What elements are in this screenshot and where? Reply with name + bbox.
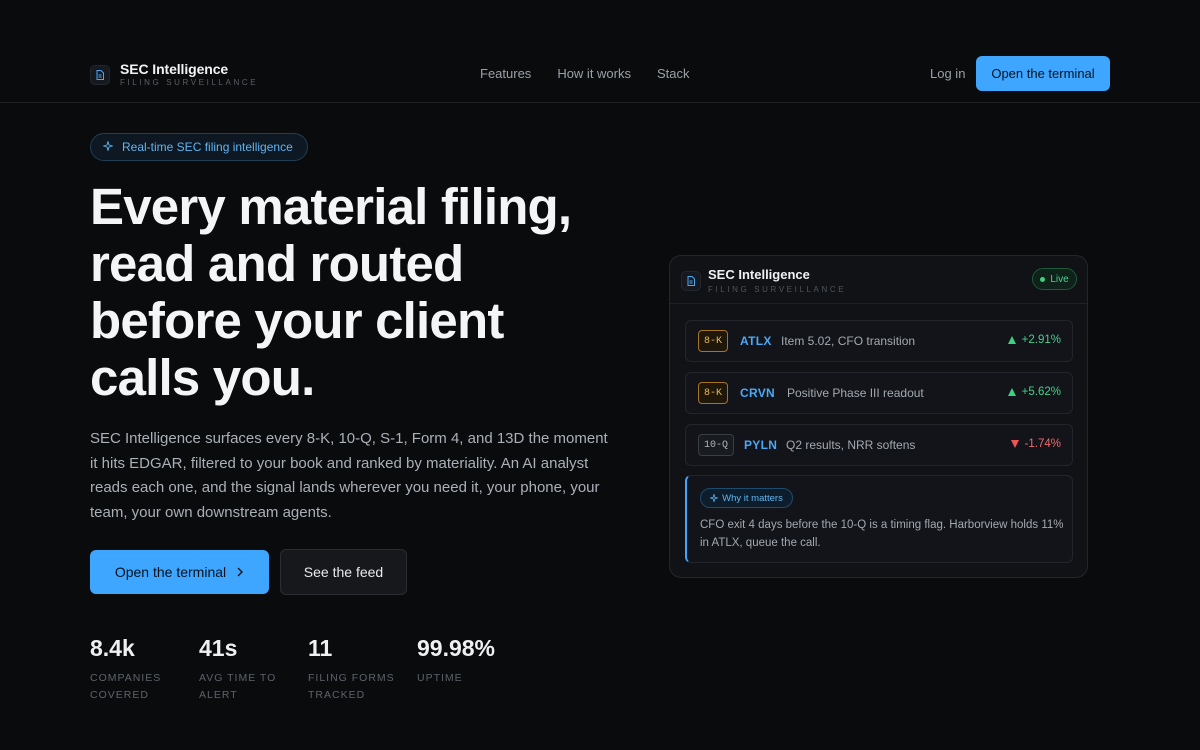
- stat-label: FILING FORMS TRACKED: [308, 672, 395, 701]
- why-it-matters-label: Why it matters: [722, 492, 783, 504]
- filing-event: Q2 results, NRR softens: [786, 438, 916, 452]
- why-it-matters-panel: Why it matters CFO exit 4 days before th…: [685, 475, 1073, 563]
- stat-companies: 8.4k COMPANIES COVERED: [90, 634, 180, 704]
- why-it-matters-text: CFO exit 4 days before the 10-Q is a tim…: [700, 519, 1064, 549]
- stat-label: COMPANIES COVERED: [90, 672, 162, 701]
- chevron-right-icon: [236, 564, 244, 580]
- price-change-value: -1.74%: [1024, 438, 1061, 450]
- brand-subtitle: FILING SURVEILLANCE: [120, 78, 259, 87]
- login-link[interactable]: Log in: [930, 66, 965, 81]
- open-terminal-button[interactable]: Open the terminal: [90, 550, 269, 594]
- live-dot-icon: [1040, 276, 1046, 282]
- sparkle-icon: [710, 489, 719, 507]
- ticker: CRVN: [740, 386, 775, 400]
- form-tag: 10-Q: [698, 434, 735, 456]
- card-title: SEC Intelligence: [708, 267, 810, 282]
- headline-line: Every material filing,: [90, 178, 572, 235]
- stat-value: 8.4k: [90, 635, 135, 661]
- price-change-value: +2.91%: [1021, 334, 1061, 346]
- filing-row[interactable]: 8-K CRVN Positive Phase III readout +5.6…: [685, 372, 1073, 414]
- stat-value: 99.98%: [417, 635, 496, 661]
- nav-link-how-it-works[interactable]: How it works: [557, 66, 631, 81]
- price-change: +2.91%: [1007, 334, 1061, 346]
- ticker: ATLX: [740, 334, 772, 348]
- filing-row[interactable]: 8-K ATLX Item 5.02, CFO transition +2.91…: [685, 320, 1073, 362]
- nav-links: Features How it works Stack: [480, 66, 690, 81]
- live-badge: Live: [1032, 268, 1077, 290]
- nav-link-stack[interactable]: Stack: [657, 66, 690, 81]
- document-icon: [681, 271, 701, 291]
- card-header: SEC Intelligence FILING SURVEILLANCE Liv…: [670, 256, 1087, 304]
- hero-pill-text: Real-time SEC filing intelligence: [122, 140, 293, 154]
- stat-label: AVG TIME TO ALERT: [199, 672, 277, 701]
- headline-line: before your client: [90, 292, 504, 349]
- why-it-matters-badge: Why it matters: [700, 488, 793, 508]
- see-feed-button[interactable]: See the feed: [280, 549, 407, 595]
- document-icon: [90, 65, 110, 85]
- arrow-up-icon: [1007, 336, 1016, 344]
- headline-line: calls you.: [90, 349, 315, 406]
- filing-event: Item 5.02, CFO transition: [781, 334, 916, 348]
- stat-value: 11: [308, 635, 333, 661]
- form-tag: 8-K: [698, 330, 729, 352]
- nav-link-features[interactable]: Features: [480, 66, 531, 81]
- price-change: +5.62%: [1007, 386, 1061, 398]
- arrow-down-icon: [1010, 440, 1019, 448]
- brand-title: SEC Intelligence: [120, 61, 229, 77]
- sparkle-icon: [103, 138, 113, 156]
- hero-headline: Every material filing, read and routed b…: [90, 178, 650, 406]
- feed-preview-card: SEC Intelligence FILING SURVEILLANCE Liv…: [669, 255, 1088, 578]
- hero-description: SEC Intelligence surfaces every 8-K, 10-…: [90, 430, 608, 521]
- hero-pill-badge: Real-time SEC filing intelligence: [90, 133, 308, 161]
- headline-line: read and routed: [90, 235, 464, 292]
- nav-open-terminal-button[interactable]: Open the terminal: [976, 56, 1110, 91]
- price-change-value: +5.62%: [1021, 386, 1061, 398]
- stat-uptime: 99.98% UPTIME: [417, 634, 507, 687]
- stat-label: UPTIME: [417, 672, 463, 684]
- card-subtitle: FILING SURVEILLANCE: [708, 285, 847, 294]
- filing-event: Positive Phase III readout: [787, 386, 924, 400]
- ticker: PYLN: [744, 438, 778, 452]
- brand[interactable]: SEC Intelligence FILING SURVEILLANCE: [90, 62, 258, 88]
- arrow-up-icon: [1007, 388, 1016, 396]
- form-tag: 8-K: [698, 382, 729, 404]
- stat-value: 41s: [199, 635, 238, 661]
- open-terminal-label: Open the terminal: [114, 564, 227, 580]
- live-label: Live: [1050, 273, 1069, 285]
- stat-time-to-alert: 41s AVG TIME TO ALERT: [199, 634, 289, 704]
- top-nav: SEC Intelligence FILING SURVEILLANCE Fea…: [0, 0, 1200, 103]
- price-change: -1.74%: [1010, 438, 1061, 450]
- stat-forms-tracked: 11 FILING FORMS TRACKED: [308, 634, 398, 704]
- filing-row[interactable]: 10-Q PYLN Q2 results, NRR softens -1.74%: [685, 424, 1073, 466]
